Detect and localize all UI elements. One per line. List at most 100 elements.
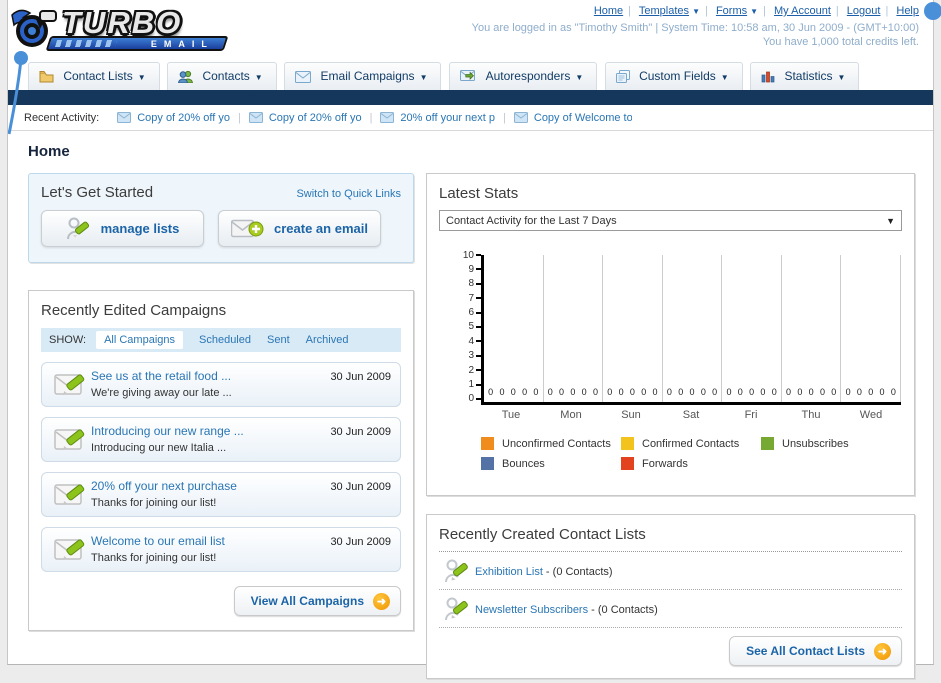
view-all-campaigns-label: View All Campaigns <box>250 594 364 608</box>
campaign-row[interactable]: Introducing our new range ... Introducin… <box>41 417 401 462</box>
y-axis-tick-label: 1 <box>468 379 481 390</box>
get-started-header: Let's Get Started Switch to Quick Links <box>41 184 401 201</box>
recently-edited-campaigns-panel: Recently Edited Campaigns SHOW: All Camp… <box>28 290 414 631</box>
tab-email-campaigns[interactable]: Email Campaigns ▼ <box>284 62 442 90</box>
tab-contact-lists[interactable]: Contact Lists ▼ <box>28 62 160 90</box>
tab-statistics[interactable]: Statistics ▼ <box>750 62 860 90</box>
switch-quick-links-link[interactable]: Switch to Quick Links <box>296 188 401 200</box>
stats-panel-title: Latest Stats <box>439 185 519 202</box>
contact-list-count: - (0 Contacts) <box>542 566 613 578</box>
bar-value-labels: 00000 <box>842 387 899 397</box>
x-axis-tick-label: Thu <box>801 409 821 421</box>
view-all-campaigns-button[interactable]: View All Campaigns ➜ <box>233 586 401 616</box>
envelope-pencil-icon <box>54 373 85 395</box>
chevron-down-icon: ▼ <box>254 73 263 82</box>
filter-scheduled[interactable]: Scheduled <box>199 334 251 346</box>
see-all-contact-lists-button[interactable]: See All Contact Lists ➜ <box>729 636 902 666</box>
campaign-row[interactable]: 20% off your next purchase Thanks for jo… <box>41 472 401 517</box>
bar-value-labels: 00000 <box>723 387 780 397</box>
campaign-title[interactable]: Welcome to our email list <box>91 534 225 548</box>
envelope-pencil-icon <box>54 483 85 505</box>
show-label: SHOW: <box>49 334 87 346</box>
legend-label: Forwards <box>642 457 688 470</box>
bar-value-label: 0 <box>488 387 494 397</box>
recent-activity-item[interactable]: 20% off your next p <box>380 112 495 124</box>
recent-activity-item[interactable]: Copy of 20% off yo <box>248 112 362 124</box>
right-column: Latest Stats Contact Activity for the La… <box>426 170 915 679</box>
logo-bar: EMAIL <box>45 36 229 51</box>
recent-activity-bar: Recent Activity: Copy of 20% off yo | Co… <box>8 105 933 131</box>
tab-custom-fields[interactable]: Custom Fields ▼ <box>604 62 743 90</box>
top-nav-help[interactable]: Help <box>896 5 919 17</box>
top-nav-home[interactable]: Home <box>594 5 623 17</box>
y-axis-tick-label: 8 <box>468 278 481 289</box>
filter-sent[interactable]: Sent <box>267 334 290 346</box>
recent-activity-text: Copy of 20% off yo <box>137 111 230 124</box>
x-axis-tick-label: Tue <box>501 409 521 421</box>
y-axis-tick-label: 7 <box>468 293 481 304</box>
divider: | <box>705 5 708 17</box>
bar-value-label: 0 <box>712 387 718 397</box>
contact-list-name[interactable]: Exhibition List <box>475 566 543 578</box>
campaign-title[interactable]: Introducing our new range ... <box>91 424 244 438</box>
logo-stripes <box>54 40 118 47</box>
chart-day-group: 00000 <box>484 255 544 402</box>
filter-archived[interactable]: Archived <box>306 334 349 346</box>
filter-all-campaigns[interactable]: All Campaigns <box>96 331 183 349</box>
latest-stats-panel: Latest Stats Contact Activity for the La… <box>426 173 915 496</box>
bar-value-label: 0 <box>522 387 528 397</box>
legend-label: Confirmed Contacts <box>642 437 740 450</box>
legend-item: Forwards <box>621 457 761 470</box>
recent-activity-item[interactable]: Copy of 20% off yo <box>117 112 230 124</box>
chart-plot-area: 00000000000000000000000000000000000 <box>481 255 902 405</box>
legend-item: Bounces <box>481 457 621 470</box>
bar-value-label: 0 <box>700 387 706 397</box>
legend-swatch <box>481 457 494 470</box>
see-all-contact-lists-label: See All Contact Lists <box>746 644 865 658</box>
bar-value-labels: 00000 <box>545 387 602 397</box>
logo-subtitle: EMAIL <box>150 39 214 49</box>
bar-value-label: 0 <box>737 387 743 397</box>
contact-list-row[interactable]: Newsletter Subscribers - (0 Contacts) <box>439 590 902 628</box>
envelope-icon <box>380 112 395 123</box>
bar-value-label: 0 <box>868 387 874 397</box>
campaign-date: 30 Jun 2009 <box>330 481 391 493</box>
tab-label: Statistics <box>784 69 833 83</box>
campaign-title[interactable]: 20% off your next purchase <box>91 479 237 493</box>
contact-list-name[interactable]: Newsletter Subscribers <box>475 604 588 616</box>
tab-autoresponders[interactable]: Autoresponders ▼ <box>448 62 598 90</box>
divider: | <box>763 5 766 17</box>
campaign-title[interactable]: See us at the retail food ... <box>91 369 231 383</box>
top-nav-logout[interactable]: Logout <box>847 5 881 17</box>
bar-value-label: 0 <box>652 387 658 397</box>
recent-activity-item[interactable]: Copy of Welcome to <box>513 112 632 124</box>
legend-swatch <box>481 437 494 450</box>
envelope-icon <box>248 112 263 123</box>
chart-day-group: 00000 <box>722 255 782 402</box>
envelope-pencil-icon <box>54 428 85 450</box>
bar-value-labels: 00000 <box>604 387 661 397</box>
campaign-row[interactable]: Welcome to our email list Thanks for joi… <box>41 527 401 572</box>
top-nav-templates[interactable]: Templates <box>639 5 689 17</box>
envelope-icon <box>117 112 132 123</box>
contact-list-row[interactable]: Exhibition List - (0 Contacts) <box>439 552 902 590</box>
y-axis-tick-label: 2 <box>468 365 481 376</box>
y-axis-tick-label: 9 <box>468 264 481 275</box>
campaign-row[interactable]: See us at the retail food ... We're givi… <box>41 362 401 407</box>
divider: | <box>885 5 889 17</box>
get-started-title: Let's Get Started <box>41 184 154 201</box>
legend-swatch <box>621 437 634 450</box>
contact-list-count: - (0 Contacts) <box>588 604 658 616</box>
tab-contacts[interactable]: Contacts ▼ <box>167 62 277 90</box>
create-email-button[interactable]: create an email <box>218 210 381 247</box>
top-nav-my-account[interactable]: My Account <box>774 5 831 17</box>
bar-chart-icon <box>761 71 775 83</box>
stats-period-dropdown[interactable]: Contact Activity for the Last 7 Days ▼ <box>439 210 902 231</box>
legend-item: Unsubscribes <box>761 437 901 450</box>
bar-value-label: 0 <box>641 387 647 397</box>
campaign-date: 30 Jun 2009 <box>330 426 391 438</box>
envelope-plus-icon <box>231 219 264 237</box>
bar-value-label: 0 <box>607 387 613 397</box>
top-nav-forms[interactable]: Forms <box>716 5 747 17</box>
manage-lists-button[interactable]: manage lists <box>41 210 204 247</box>
